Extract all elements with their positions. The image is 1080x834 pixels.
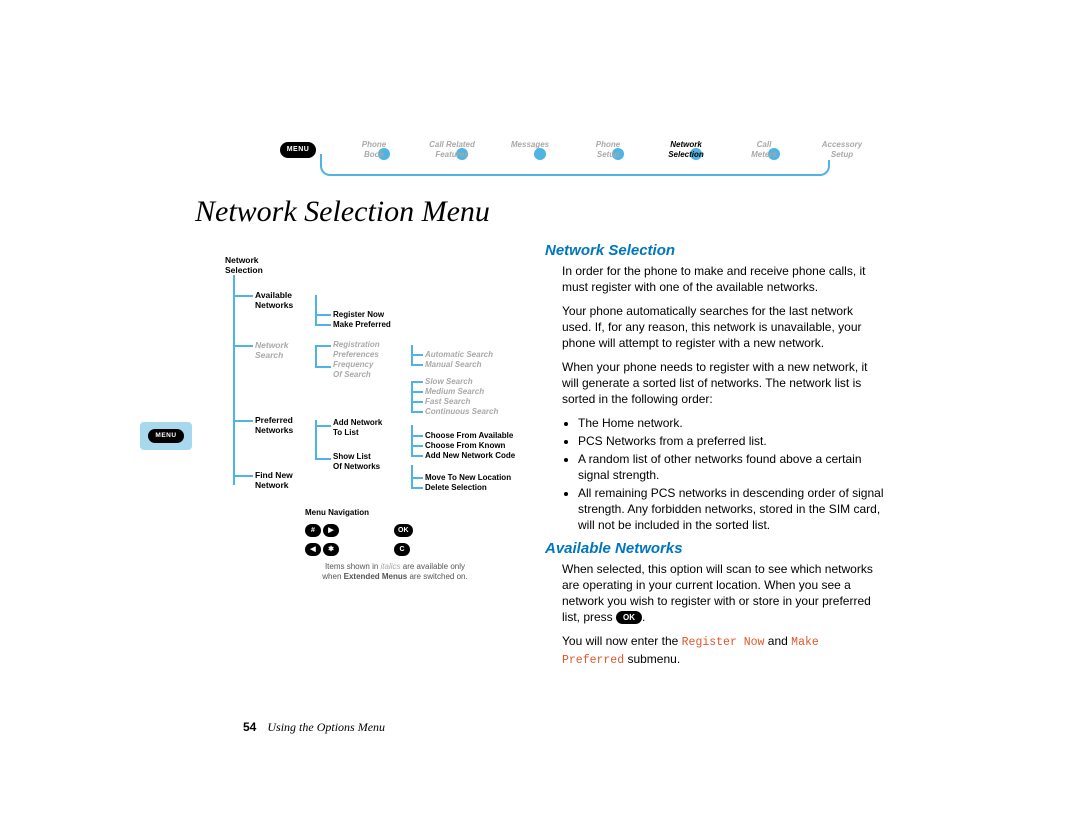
page-title: Network Selection Menu: [195, 195, 490, 229]
paragraph: When selected, this option will scan to …: [562, 561, 885, 625]
side-menu-badge: MENU: [140, 422, 192, 450]
tree-continuous-search: Continuous Search: [425, 407, 545, 417]
c-key-icon: C: [394, 543, 410, 556]
tree-medium-search: Medium Search: [425, 387, 545, 397]
menu-item-messages: Messages: [491, 140, 569, 150]
menu-item-call-related: Call RelatedFeatures: [413, 140, 491, 160]
paragraph: In order for the phone to make and recei…: [562, 263, 885, 295]
page-footer: 54 Using the Options Menu: [243, 720, 385, 735]
list-item: All remaining PCS networks in descending…: [578, 485, 885, 533]
tree-registration-preferences: RegistrationPreferences: [333, 340, 413, 360]
tree-make-preferred: Make Preferred: [333, 320, 413, 330]
body-text: Network Selection In order for the phone…: [545, 243, 885, 677]
rail-tick: [320, 154, 322, 160]
legend-title: Menu Navigation: [305, 508, 485, 518]
menu-item-accessory-setup: AccessorySetup: [803, 140, 881, 160]
monospace-term: Register Now: [682, 636, 765, 649]
menu-rail: [320, 160, 830, 176]
menu-item-call-meters: CallMeters: [725, 140, 803, 160]
ok-key-icon: OK: [616, 611, 642, 624]
tree-choose-from-known: Choose From Known: [425, 441, 545, 451]
tree-network-search: NetworkSearch: [255, 340, 315, 360]
star-key-icon: ✱: [323, 543, 339, 556]
tree-move-to-new-location: Move To New Location: [425, 473, 545, 483]
tree-preferred-networks: PreferredNetworks: [255, 415, 315, 435]
menu-chip-icon: MENU: [280, 142, 316, 158]
legend-note: Items shown in italics are available onl…: [305, 562, 485, 582]
paragraph: You will now enter the Register Now and …: [562, 633, 885, 669]
tree-root: NetworkSelection: [225, 255, 285, 275]
pound-key-icon: #: [305, 524, 321, 537]
right-arrow-icon: ▶: [323, 524, 339, 537]
tree-add-new-network-code: Add New Network Code: [425, 451, 545, 461]
menu-item-phone-setup: PhoneSetup: [569, 140, 647, 160]
tree-fast-search: Fast Search: [425, 397, 545, 407]
menu-icon: MENU: [148, 429, 184, 443]
menu-item-phone-book: PhoneBook: [335, 140, 413, 160]
page-number: 54: [243, 720, 256, 734]
section-network-selection: Network Selection: [545, 243, 885, 259]
tree-manual-search: Manual Search: [425, 360, 545, 370]
tree-automatic-search: Automatic Search: [425, 350, 545, 360]
paragraph: Your phone automatically searches for th…: [562, 303, 885, 351]
list-item: PCS Networks from a preferred list.: [578, 433, 885, 449]
paragraph: When your phone needs to register with a…: [562, 359, 885, 407]
list-item: The Home network.: [578, 415, 885, 431]
tree-choose-from-available: Choose From Available: [425, 431, 545, 441]
tree-frequency-of-search: FrequencyOf Search: [333, 360, 413, 380]
tree-add-network-to-list: Add NetworkTo List: [333, 418, 413, 438]
ok-key-icon: OK: [394, 524, 413, 537]
section-available-networks: Available Networks: [545, 541, 885, 557]
menu-navigation-legend: Menu Navigation # ▶ OK ◀ ✱ C Items shown…: [305, 508, 485, 582]
tree-delete-selection: Delete Selection: [425, 483, 545, 493]
tree-available-networks: AvailableNetworks: [255, 290, 315, 310]
list-item: A random list of other networks found ab…: [578, 451, 885, 483]
tree-show-list-of-networks: Show ListOf Networks: [333, 452, 413, 472]
left-arrow-icon: ◀: [305, 543, 321, 556]
ordered-list: The Home network. PCS Networks from a pr…: [562, 415, 885, 533]
tree-find-new-network: Find NewNetwork: [255, 470, 315, 490]
tree-register-now: Register Now: [333, 310, 413, 320]
tree-slow-search: Slow Search: [425, 377, 545, 387]
footer-section-title: Using the Options Menu: [267, 720, 385, 734]
menu-item-network-selection: NetworkSelection: [647, 140, 725, 160]
